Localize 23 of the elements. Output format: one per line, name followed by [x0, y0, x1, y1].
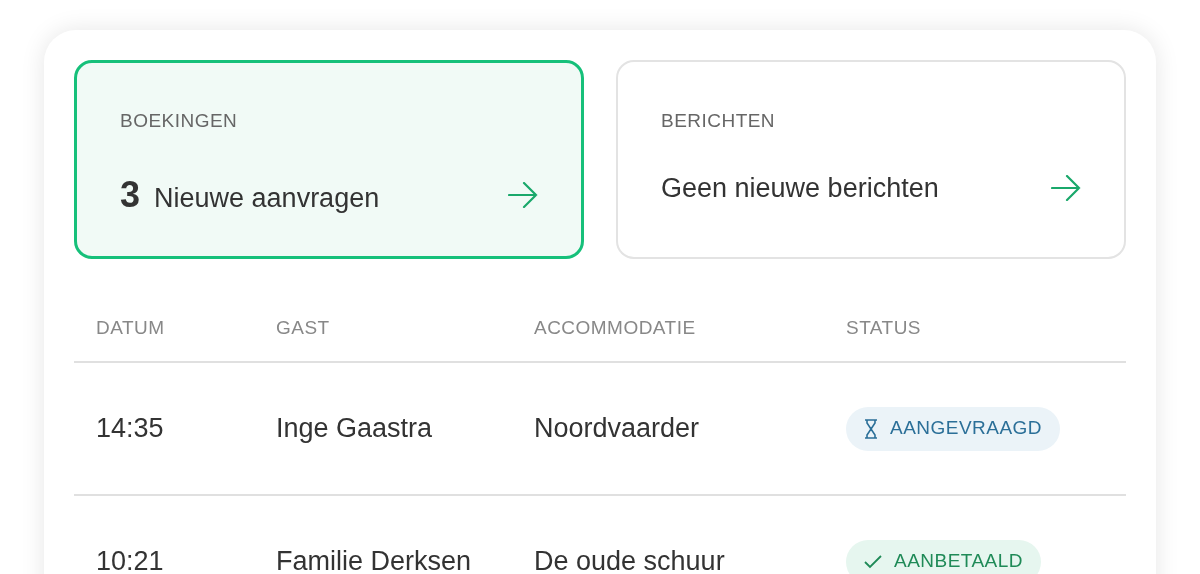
- table-cell-text: Familie Derksen: [276, 545, 473, 574]
- column-header: ACCOMMODATIE: [534, 315, 697, 340]
- status-badge: AANBETAALD: [846, 539, 1041, 574]
- table-cell-text: De oude schuur: [534, 545, 726, 574]
- check-icon: [864, 554, 882, 569]
- card-label: BERICHTEN: [661, 109, 777, 133]
- card-label: BOEKINGEN: [120, 109, 239, 133]
- arrow-right-icon: [508, 181, 538, 208]
- status-badge: AANGEVRAAGD: [846, 406, 1060, 451]
- table-cell-text: Noordvaarder: [534, 412, 701, 446]
- table-cell-text: 10:21: [96, 545, 165, 574]
- table-cell-text: Inge Gaastra: [276, 412, 434, 446]
- column-header: GAST: [276, 315, 331, 340]
- request-count: 3: [120, 172, 141, 217]
- column-header: DATUM: [96, 315, 166, 340]
- table-cell-text: 14:35: [96, 412, 165, 446]
- arrow-right-icon: [1051, 174, 1081, 201]
- summary-card[interactable]: BERICHTEN Geen nieuwe berichten: [616, 60, 1126, 259]
- hourglass-icon: [864, 418, 878, 439]
- column-header: STATUS: [846, 315, 922, 340]
- card-text: Geen nieuwe berichten: [661, 171, 939, 205]
- card-text: Nieuwe aanvragen: [154, 181, 380, 215]
- summary-card[interactable]: BOEKINGEN 3 Nieuwe aanvragen: [74, 60, 584, 259]
